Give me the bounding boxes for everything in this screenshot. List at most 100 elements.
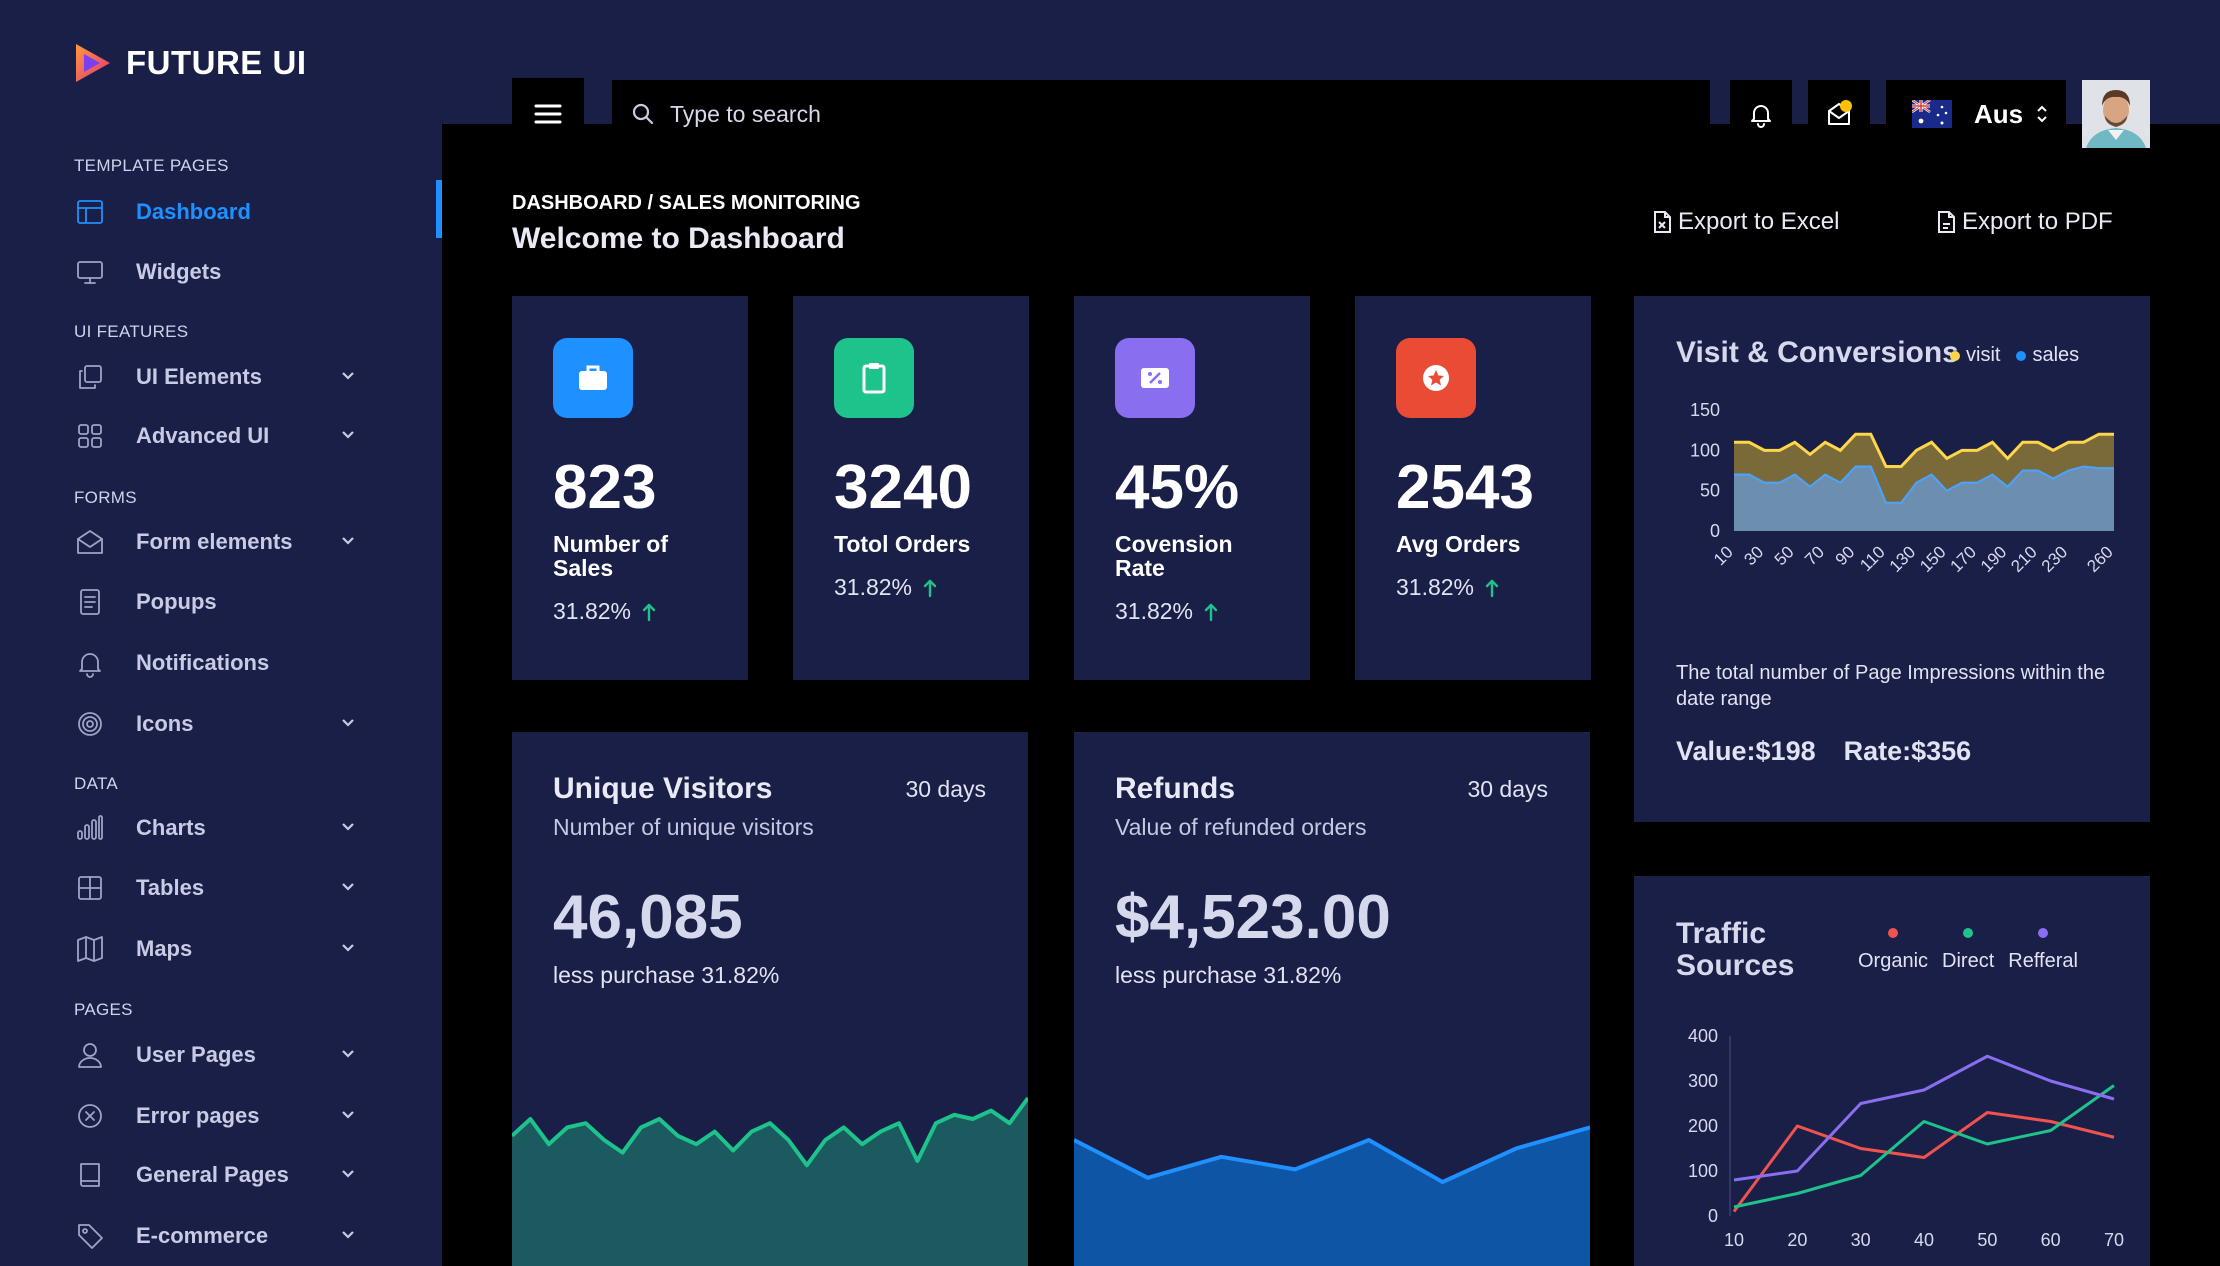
section-forms: FORMS — [74, 488, 137, 507]
chevron-down-icon[interactable] — [340, 1165, 360, 1185]
chevron-down-icon[interactable] — [340, 426, 360, 446]
sidebar-item-maps[interactable]: Maps — [74, 929, 364, 969]
sidebar-item-popups[interactable]: Popups — [74, 582, 364, 622]
stat-change: 31.82% — [1115, 598, 1219, 625]
section-ui-features: UI FEATURES — [74, 322, 189, 341]
chevron-down-icon[interactable] — [340, 939, 360, 959]
metrics-row: Value:$198 Rate:$356 — [1676, 736, 1971, 767]
sidebar-item-label: Advanced UI — [136, 423, 270, 448]
sidebar-item-form-elements[interactable]: Form elements — [74, 522, 364, 562]
rate-metric: Rate:$356 — [1843, 736, 1972, 766]
menu-toggle-button[interactable] — [512, 78, 584, 150]
stat-change: 31.82% — [553, 598, 657, 625]
section-template-pages: TEMPLATE PAGES — [74, 156, 229, 175]
table-icon — [74, 872, 106, 904]
sidebar-item-advanced-ui[interactable]: Advanced UI — [74, 416, 364, 456]
legend-item-visit[interactable]: visit — [1950, 344, 2000, 367]
bell-icon — [1751, 105, 1771, 128]
user-icon — [74, 1039, 106, 1071]
sidebar-item-label: Tables — [136, 875, 205, 900]
language-selector[interactable]: Aus — [1886, 80, 2066, 148]
sidebar-item-ui-elements[interactable]: UI Elements — [74, 357, 364, 397]
y-tick-label: 400 — [1688, 1026, 1718, 1046]
sidebar-item-notifications[interactable]: Notifications — [74, 643, 364, 683]
stat-card-sales: 823 Number of Sales 31.82% — [512, 296, 748, 680]
hamburger-icon — [534, 104, 562, 124]
chevron-down-icon[interactable] — [340, 714, 360, 734]
period-selector[interactable]: 30 days — [1467, 776, 1548, 803]
sidebar-item-user-pages[interactable]: User Pages — [74, 1035, 364, 1075]
percent-ticket-icon — [1115, 338, 1195, 418]
section-data: DATA — [74, 774, 119, 793]
legend-dot — [2016, 350, 2027, 361]
user-avatar[interactable] — [2082, 80, 2150, 148]
export-excel-button[interactable]: Export to Excel — [1652, 208, 1839, 236]
visit-conversions-chart: 05010015010 30 50 70 90110130150170190210230… — [1690, 400, 2117, 576]
sidebar-item-widgets[interactable]: Widgets — [74, 252, 364, 292]
visit-conversions-card: Visit & Conversions visit sales 0 50 100 15… — [1634, 296, 2150, 822]
x-tick-label: 30 — [1851, 1230, 1871, 1250]
sidebar-item-general-pages[interactable]: General Pages — [74, 1155, 364, 1195]
target-icon — [74, 708, 106, 740]
sidebar-item-charts[interactable]: Charts — [74, 808, 364, 848]
stat-change-value: 31.82% — [1115, 598, 1194, 624]
file-pdf-icon — [1938, 211, 1955, 233]
messages-button[interactable] — [1808, 80, 1870, 148]
unique-visitors-chart — [512, 1096, 1028, 1266]
sidebar-item-label: Form elements — [136, 529, 293, 554]
sidebar-item-label: Dashboard — [136, 199, 251, 224]
legend-item-organic[interactable]: Organic — [1858, 928, 1928, 973]
notifications-button[interactable] — [1730, 80, 1792, 148]
brand-logo[interactable]: FUTURE UI — [74, 42, 307, 84]
stat-change: 31.82% — [834, 574, 938, 601]
sidebar-item-e-commerce[interactable]: E-commerce — [74, 1216, 364, 1256]
avatar-image — [2082, 80, 2150, 148]
chevron-down-icon[interactable] — [340, 1226, 360, 1246]
breadcrumb: DASHBOARD / SALES MONITORING — [512, 192, 861, 214]
chevron-down-icon[interactable] — [340, 1106, 360, 1126]
legend-item-sales[interactable]: sales — [2016, 344, 2079, 367]
monitor-icon — [74, 256, 106, 288]
chevron-down-icon[interactable] — [340, 878, 360, 898]
value-metric: Value:$198 — [1676, 736, 1816, 766]
stat-value: 2543 — [1396, 453, 1534, 522]
clipboard-icon — [834, 338, 914, 418]
chevron-down-icon[interactable] — [340, 367, 360, 387]
chevron-down-icon[interactable] — [340, 532, 360, 552]
sidebar-item-label: User Pages — [136, 1042, 256, 1067]
x-tick-label: 170 — [1947, 542, 1980, 575]
legend-dot — [1950, 350, 1960, 361]
arrow-up-icon — [642, 603, 656, 621]
x-tick-label: 70 — [1801, 542, 1828, 569]
refunds-card: Refunds 30 days Value of refunded orders… — [1074, 732, 1590, 1266]
search-bar — [612, 80, 1710, 148]
x-tick-label: 260 — [2083, 542, 2116, 575]
stat-label: Number of Sales — [553, 531, 668, 581]
sidebar-item-label: Error pages — [136, 1103, 260, 1128]
sidebar-item-dashboard[interactable]: Dashboard — [74, 192, 364, 232]
export-pdf-button[interactable]: Export to PDF — [1936, 208, 2113, 236]
legend-dot — [2038, 928, 2049, 938]
legend-dot — [1963, 928, 1974, 938]
sidebar-item-label: Icons — [136, 711, 194, 736]
x-tick-label: 130 — [1886, 542, 1919, 575]
legend-item-referral[interactable]: Refferal — [2008, 928, 2078, 973]
sidebar-item-error-pages[interactable]: Error pages — [74, 1096, 364, 1136]
chevron-down-icon[interactable] — [340, 818, 360, 838]
stat-value: 823 — [553, 453, 657, 522]
traffic-sources-card: Traffic Sources Organic Direct Refferal … — [1634, 876, 2150, 1266]
x-tick-label: 60 — [2041, 1230, 2061, 1250]
search-input[interactable] — [670, 100, 1670, 128]
y-tick-label: 0 — [1708, 1206, 1718, 1226]
sidebar-item-tables[interactable]: Tables — [74, 868, 364, 908]
stat-change-value: 31.82% — [1396, 574, 1475, 600]
card-subtitle: Value of refunded orders — [1115, 814, 1367, 840]
legend-item-direct[interactable]: Direct — [1942, 928, 1994, 973]
x-tick-label: 40 — [1914, 1230, 1934, 1250]
language-label: Aus — [1974, 98, 2024, 129]
sidebar-item-icons[interactable]: Icons — [74, 704, 364, 744]
sidebar-item-label: General Pages — [136, 1162, 289, 1187]
period-selector[interactable]: 30 days — [905, 776, 986, 803]
bell-icon — [74, 647, 106, 679]
chevron-down-icon[interactable] — [340, 1045, 360, 1065]
